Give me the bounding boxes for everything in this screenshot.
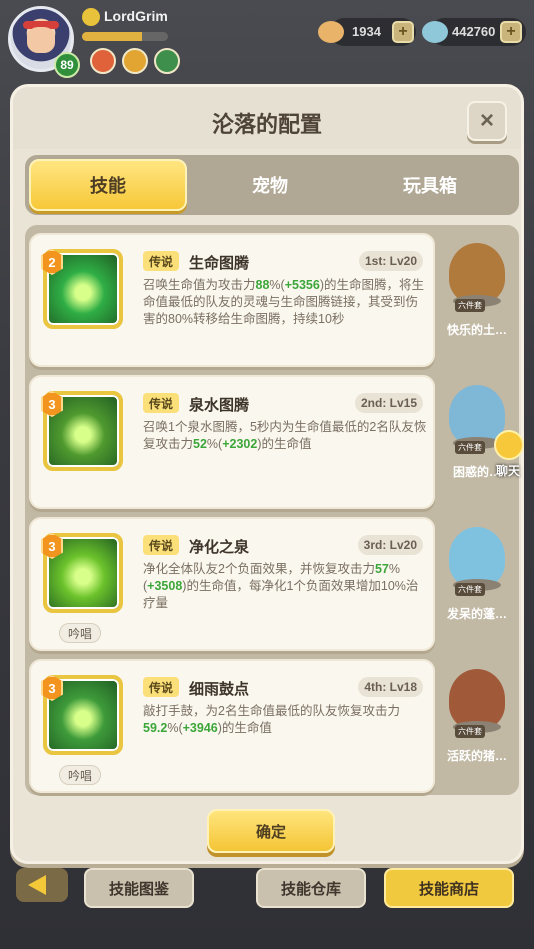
xp-bar — [82, 32, 168, 41]
skill-name: 生命图腾 — [189, 252, 249, 273]
desc-text: 敲打手鼓，为2名生命值最低的队友恢复攻击力 — [143, 704, 400, 718]
desc-text: 净化全体队友2个负面效果，并恢复攻击力 — [143, 562, 375, 576]
top-hud: 89 LordGrim 1934 + 442760 + — [0, 0, 534, 84]
tab-toybox[interactable]: 玩具箱 — [355, 159, 505, 211]
skill-slot-level: 3rd: Lv20 — [358, 535, 423, 555]
pet-slot[interactable]: 六件套快乐的土… — [439, 233, 515, 367]
chat-label: 聊天 — [488, 462, 528, 479]
pet-set-tag: 六件套 — [455, 441, 485, 454]
desc-value: 88 — [256, 278, 270, 292]
gem-counter: 442760 + — [430, 18, 526, 46]
xp-bar-fill — [82, 32, 142, 41]
add-gem-button[interactable]: + — [500, 21, 522, 43]
rarity-badge: 传说 — [143, 251, 179, 271]
close-button[interactable]: × — [467, 101, 507, 141]
tab-bar: 技能 宠物 玩具箱 — [25, 155, 519, 215]
desc-value: +3508 — [147, 579, 182, 593]
player-name: LordGrim — [104, 8, 168, 24]
pet-slot[interactable]: 六件套活跃的猪… — [439, 659, 515, 793]
skill-card[interactable]: 3吟唱传说细雨鼓点4th: Lv18敲打手鼓，为2名生命值最低的队友恢复攻击力5… — [29, 659, 435, 793]
pet-name: 活跃的猪… — [439, 747, 515, 764]
rarity-badge: 传说 — [143, 393, 179, 413]
desc-value: +2302 — [222, 437, 257, 451]
tab-pets[interactable]: 宠物 — [195, 159, 345, 211]
pet-set-tag: 六件套 — [455, 725, 485, 738]
chat-button[interactable]: 聊天 — [488, 430, 528, 474]
skill-shop-button[interactable]: 技能商店 — [384, 868, 514, 908]
skill-list-panel: 2传说生命图腾1st: Lv20召唤生命值为攻击力88%(+5356)的生命图腾… — [25, 225, 519, 795]
back-arrow-icon — [28, 875, 46, 895]
chant-tag: 吟唱 — [59, 623, 101, 643]
gold-icon — [318, 21, 344, 43]
chat-icon — [494, 430, 524, 460]
gem-icon — [422, 21, 448, 43]
desc-text: %( — [269, 278, 284, 292]
desc-value: 57 — [375, 562, 389, 576]
desc-value: +5356 — [285, 278, 320, 292]
skill-slot-level: 1st: Lv20 — [359, 251, 423, 271]
pet-portrait — [449, 669, 505, 729]
avatar-face — [27, 27, 55, 53]
rarity-badge: 传说 — [143, 535, 179, 555]
loadout-dialog: 沦落的配置 × 技能 宠物 玩具箱 2传说生命图腾1st: Lv20召唤生命值为… — [10, 84, 524, 864]
pet-name: 快乐的土… — [439, 321, 515, 338]
skill-name: 净化之泉 — [189, 536, 249, 557]
skill-slot-level: 2nd: Lv15 — [355, 393, 423, 413]
desc-text: %( — [207, 437, 222, 451]
pet-portrait — [449, 243, 505, 303]
pet-slot[interactable]: 六件套发呆的蓬… — [439, 517, 515, 651]
skill-description: 净化全体队友2个负面效果，并恢复攻击力57%(+3508)的生命值，每净化1个负… — [143, 561, 427, 612]
add-gold-button[interactable]: + — [392, 21, 414, 43]
skill-catalog-button[interactable]: 技能图鉴 — [84, 868, 194, 908]
confirm-button[interactable]: 确定 — [207, 809, 335, 853]
skill-name: 泉水图腾 — [189, 394, 249, 415]
pet-set-tag: 六件套 — [455, 299, 485, 312]
skill-slot-level: 4th: Lv18 — [358, 677, 423, 697]
desc-text: )的生命值 — [218, 721, 272, 735]
pet-set-tag: 六件套 — [455, 583, 485, 596]
chant-tag: 吟唱 — [59, 765, 101, 785]
skill-description: 召唤1个泉水图腾，5秒内为生命值最低的2名队友恢复攻击力52%(+2302)的生… — [143, 419, 427, 453]
close-icon: × — [480, 107, 494, 135]
buff-icon[interactable] — [122, 48, 148, 74]
pet-portrait — [449, 527, 505, 587]
desc-value: 52 — [193, 437, 207, 451]
gold-amount: 1934 — [352, 24, 381, 39]
desc-text: )的生命值 — [257, 437, 311, 451]
desc-text: %( — [167, 721, 182, 735]
skill-description: 召唤生命值为攻击力88%(+5356)的生命图腾，将生命值最低的队友的灵魂与生命… — [143, 277, 427, 328]
desc-value: +3946 — [183, 721, 218, 735]
rarity-badge: 传说 — [143, 677, 179, 697]
skill-name: 细雨鼓点 — [189, 678, 249, 699]
desc-value: 59.2 — [143, 721, 167, 735]
player-level-badge: 89 — [54, 52, 80, 78]
buff-icon[interactable] — [90, 48, 116, 74]
desc-text: )的生命值，每净化1个负面效果增加10%治疗量 — [143, 579, 418, 610]
gem-amount: 442760 — [452, 24, 495, 39]
buff-icon[interactable] — [154, 48, 180, 74]
skill-storage-button[interactable]: 技能仓库 — [256, 868, 366, 908]
desc-text: 召唤生命值为攻击力 — [143, 278, 256, 292]
tab-skills[interactable]: 技能 — [29, 159, 187, 211]
pet-name: 发呆的蓬… — [439, 605, 515, 622]
skill-card[interactable]: 3吟唱传说净化之泉3rd: Lv20净化全体队友2个负面效果，并恢复攻击力57%… — [29, 517, 435, 651]
gold-counter: 1934 + — [330, 18, 416, 46]
skill-description: 敲打手鼓，为2名生命值最低的队友恢复攻击力 59.2%(+3946)的生命值 — [143, 703, 427, 737]
skill-card[interactable]: 3传说泉水图腾2nd: Lv15召唤1个泉水图腾，5秒内为生命值最低的2名队友恢… — [29, 375, 435, 509]
back-button[interactable] — [16, 868, 68, 902]
skill-card[interactable]: 2传说生命图腾1st: Lv20召唤生命值为攻击力88%(+5356)的生命图腾… — [29, 233, 435, 367]
vip-icon — [82, 8, 100, 26]
dialog-title: 沦落的配置 — [13, 107, 521, 139]
